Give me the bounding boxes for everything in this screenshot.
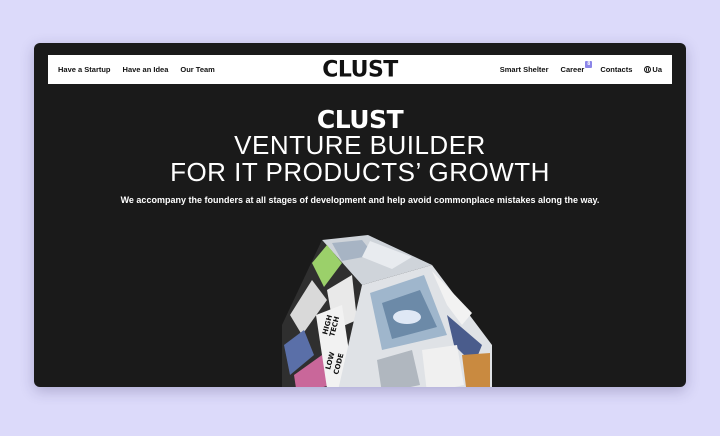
hero-subtitle: We accompany the founders at all stages … — [120, 195, 600, 205]
language-label: Ua — [652, 65, 662, 74]
nav-career-label: Career — [560, 65, 585, 74]
nav-career[interactable]: Career 8 — [560, 61, 593, 74]
hero-title: VENTURE BUILDER FOR IT PRODUCTS’ GROWTH — [34, 132, 686, 186]
nav-right-group: Smart Shelter Career 8 Contacts Ua — [500, 61, 662, 74]
hero-title-line-1: VENTURE BUILDER — [234, 130, 486, 160]
top-navbar: Have a Startup Have an Idea Our Team CLU… — [48, 55, 672, 84]
logo[interactable]: CLUST — [322, 57, 398, 82]
browser-window: Have a Startup Have an Idea Our Team CLU… — [34, 43, 686, 387]
language-switcher[interactable]: Ua — [644, 65, 662, 74]
cube-svg: HIGH TECH LOW CODE — [282, 235, 492, 387]
hero-title-line-2: FOR IT PRODUCTS’ GROWTH — [170, 157, 550, 187]
globe-icon — [644, 66, 652, 73]
career-count-badge: 8 — [585, 61, 593, 68]
nav-have-a-startup[interactable]: Have a Startup — [58, 65, 111, 74]
nav-left-group: Have a Startup Have an Idea Our Team — [58, 65, 215, 74]
nav-smart-shelter[interactable]: Smart Shelter — [500, 65, 549, 74]
nav-have-an-idea[interactable]: Have an Idea — [123, 65, 169, 74]
nav-contacts[interactable]: Contacts — [600, 65, 632, 74]
nav-our-team[interactable]: Our Team — [180, 65, 214, 74]
hero-cube-illustration: HIGH TECH LOW CODE — [242, 235, 492, 387]
